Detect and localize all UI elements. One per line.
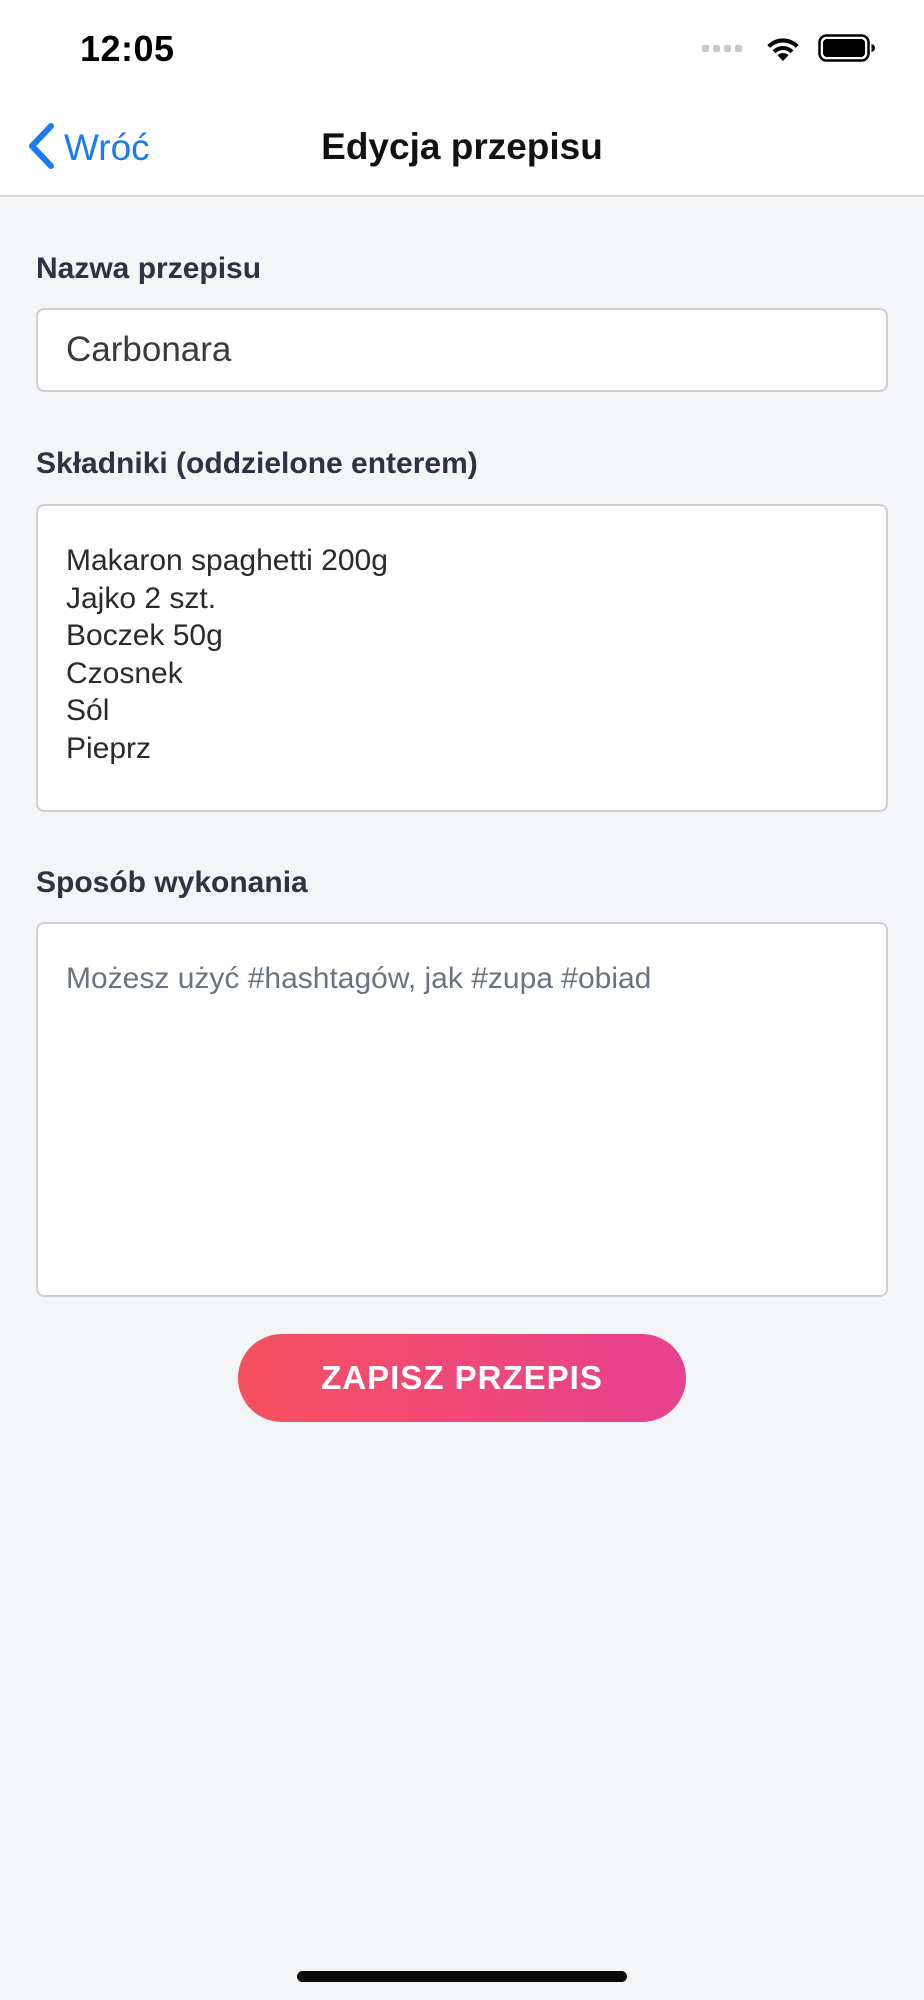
ingredient-line: Makaron spaghetti 200g	[66, 544, 388, 577]
ingredients-textarea[interactable]: Makaron spaghetti 200g Jajko 2 szt. Bocz…	[36, 504, 888, 812]
wifi-icon	[764, 34, 802, 62]
status-icons	[702, 34, 876, 62]
method-label: Sposób wykonania	[36, 866, 308, 899]
ingredients-label: Składniki (oddzielone enterem)	[36, 447, 478, 480]
status-time: 12:05	[80, 28, 175, 69]
ingredient-line: Boczek 50g	[66, 619, 223, 652]
navigation-bar: Wróć Edycja przepisu	[0, 100, 924, 197]
status-bar: 12:05	[0, 0, 924, 100]
signal-icon	[702, 44, 742, 52]
home-indicator	[297, 1971, 627, 1982]
method-textarea[interactable]	[36, 922, 888, 1297]
ingredient-line: Sól	[66, 694, 110, 727]
ingredient-line: Czosnek	[66, 656, 183, 690]
ingredient-line: Pieprz	[66, 731, 152, 765]
ingredient-line: Jajko 2 szt.	[66, 581, 217, 615]
save-recipe-button[interactable]: ZAPISZ PRZEPIS	[238, 1334, 686, 1422]
recipe-name-input[interactable]	[36, 308, 888, 392]
page-title: Edycja przepisu	[321, 126, 603, 167]
battery-icon	[818, 34, 876, 62]
recipe-name-label: Nazwa przepisu	[36, 252, 262, 285]
recipe-edit-screen: 12:05 Wróć Edycja przepisu Nazwa przepis…	[0, 0, 924, 2000]
